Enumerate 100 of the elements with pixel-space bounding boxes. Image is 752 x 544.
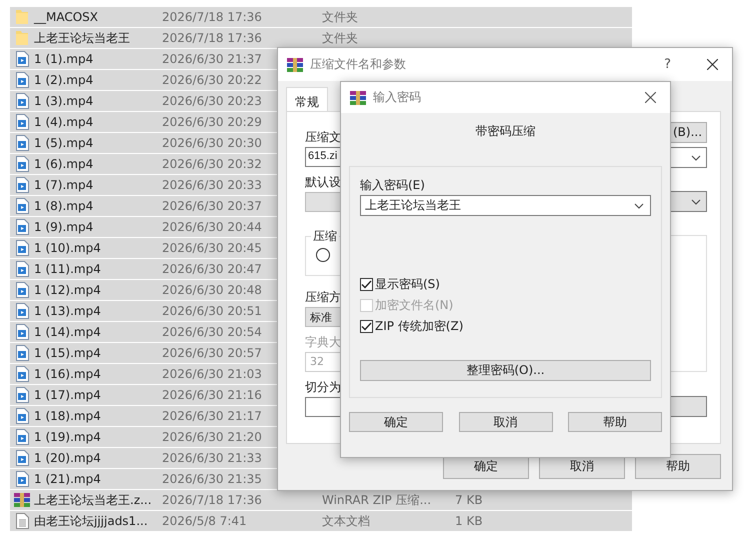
file-size: 1 KB <box>455 514 483 528</box>
dialog-heading: 带密码压缩 <box>474 123 536 138</box>
file-date: 2026/6/30 21:17 <box>162 409 262 423</box>
file-name: 1 (13).mp4 <box>34 304 101 318</box>
file-name: 上老王论坛当老王 <box>34 30 130 44</box>
file-date: 2026/6/30 20:33 <box>162 178 262 192</box>
tab[interactable]: 常规 <box>286 87 328 111</box>
checkbox-label: 显示密码(S) <box>375 276 440 293</box>
field-label: 压缩方 <box>305 290 341 305</box>
file-date: 2026/6/30 20:37 <box>162 199 262 213</box>
organize-passwords-button[interactable]: 整理密码(O)... <box>360 360 651 381</box>
close-icon[interactable] <box>645 92 656 103</box>
folder-icon <box>15 9 29 25</box>
file-name: 1 (6).mp4 <box>34 157 94 171</box>
file-name: 1 (1).mp4 <box>34 52 94 66</box>
checkbox[interactable] <box>360 320 373 333</box>
file-name: 1 (14).mp4 <box>34 325 101 339</box>
browse-button[interactable]: (B)... <box>670 122 707 143</box>
help-button[interactable]: ? <box>664 57 671 72</box>
file-date: 2026/6/30 20:48 <box>162 283 262 297</box>
file-date: 2026/6/30 21:20 <box>162 430 262 444</box>
text-file-icon <box>16 513 28 529</box>
file-date: 2026/5/8 7:41 <box>162 514 247 528</box>
file-type: 文本文档 <box>322 514 370 528</box>
archive-icon <box>14 492 30 508</box>
close-icon[interactable] <box>707 59 718 70</box>
dialog-button[interactable]: 帮助 <box>568 412 662 432</box>
file-name: 1 (19).mp4 <box>34 430 101 444</box>
dialog-button[interactable]: 确定 <box>349 412 443 432</box>
chevron-icon <box>634 202 644 208</box>
split-field[interactable] <box>305 397 341 417</box>
file-name: 1 (16).mp4 <box>34 367 101 381</box>
file-row[interactable]: __MACOSX 2026/7/18 17:36 文件夹 <box>10 7 632 28</box>
dropdown[interactable] <box>670 191 707 212</box>
file-name: 1 (9).mp4 <box>34 220 94 234</box>
file-name: 1 (10).mp4 <box>34 241 101 255</box>
field-label: 默认设 <box>305 175 341 190</box>
file-date: 2026/6/30 21:03 <box>162 367 262 381</box>
password-field[interactable]: 上老王论坛当老王 <box>360 195 651 216</box>
file-row[interactable]: 上老王论坛当老王 2026/7/18 17:36 文件夹 <box>10 28 632 49</box>
file-row[interactable]: 由老王论坛jjjjads1... 2026/5/8 7:41 文本文档 1 KB <box>10 511 632 532</box>
file-date: 2026/7/18 17:36 <box>162 31 262 45</box>
file-name: 1 (3).mp4 <box>34 94 94 108</box>
chevron-icon <box>691 198 701 204</box>
file-date: 2026/6/30 21:37 <box>162 52 262 66</box>
file-name: 1 (7).mp4 <box>34 178 94 192</box>
dialog-button[interactable]: 取消 <box>458 412 552 432</box>
file-row[interactable]: 上老王论坛当老王.z... 2026/7/18 17:36 WinRAR ZIP 压缩... 7 KB <box>10 490 632 511</box>
file-date: 2026/7/18 17:36 <box>162 493 262 507</box>
checkbox-label: 加密文件名(N) <box>375 297 454 314</box>
file-name: 由老王论坛jjjjads1... <box>34 514 148 528</box>
window-title: 输入密码 <box>373 89 421 106</box>
file-name: 1 (21).mp4 <box>34 472 101 486</box>
file-date: 2026/6/30 20:23 <box>162 94 262 108</box>
file-name: 1 (15).mp4 <box>34 346 101 360</box>
file-type: 文件夹 <box>322 10 358 24</box>
method-dropdown[interactable]: 标准 <box>305 307 341 327</box>
text-field[interactable] <box>670 396 707 417</box>
file-date: 2026/6/30 20:51 <box>162 304 262 318</box>
file-date: 2026/6/30 20:44 <box>162 220 262 234</box>
file-type: 文件夹 <box>322 30 358 44</box>
file-date: 2026/6/30 20:47 <box>162 262 262 276</box>
file-date: 2026/6/30 21:16 <box>162 388 262 402</box>
dropdown[interactable] <box>670 147 707 168</box>
field-label: 压缩文 <box>305 130 341 145</box>
file-date: 2026/6/30 20:57 <box>162 346 262 360</box>
archive-name-field[interactable]: 615.zi <box>305 147 341 167</box>
field-label: 切分为 <box>305 380 341 395</box>
field-label: 字典大 <box>305 335 341 350</box>
dialog-button[interactable]: 帮助 <box>635 454 721 479</box>
file-name: 1 (11).mp4 <box>34 262 101 276</box>
file-name: 1 (20).mp4 <box>34 451 101 465</box>
file-name: 1 (5).mp4 <box>34 136 94 150</box>
file-type: WinRAR ZIP 压缩... <box>322 492 432 506</box>
archive-icon <box>350 90 366 106</box>
file-name: __MACOSX <box>34 10 98 24</box>
file-name: 1 (12).mp4 <box>34 283 101 297</box>
file-date: 2026/6/30 20:54 <box>162 325 262 339</box>
file-name: 1 (8).mp4 <box>34 199 94 213</box>
chevron-icon <box>691 154 701 160</box>
file-size: 7 KB <box>455 493 483 507</box>
file-date: 2026/6/30 21:35 <box>162 472 262 486</box>
file-date: 2026/6/30 20:22 <box>162 73 262 87</box>
file-date: 2026/6/30 20:32 <box>162 157 262 171</box>
folder-icon <box>15 30 29 46</box>
file-date: 2026/6/30 21:33 <box>162 451 262 465</box>
archive-icon <box>287 56 303 72</box>
file-name: 1 (4).mp4 <box>34 115 94 129</box>
checkbox[interactable] <box>360 278 373 291</box>
file-name: 1 (18).mp4 <box>34 409 101 423</box>
file-date: 2026/6/30 20:29 <box>162 115 262 129</box>
radio-button[interactable] <box>316 248 330 262</box>
file-name: 1 (17).mp4 <box>34 388 101 402</box>
file-name: 上老王论坛当老王.z... <box>34 492 152 506</box>
file-date: 2026/6/30 20:45 <box>162 241 262 255</box>
checkbox-label: ZIP 传统加密(Z) <box>375 318 464 335</box>
file-date: 2026/6/30 20:30 <box>162 136 262 150</box>
file-name: 1 (2).mp4 <box>34 73 94 87</box>
file-date: 2026/7/18 17:36 <box>162 10 262 24</box>
window-title: 压缩文件名和参数 <box>310 56 406 73</box>
